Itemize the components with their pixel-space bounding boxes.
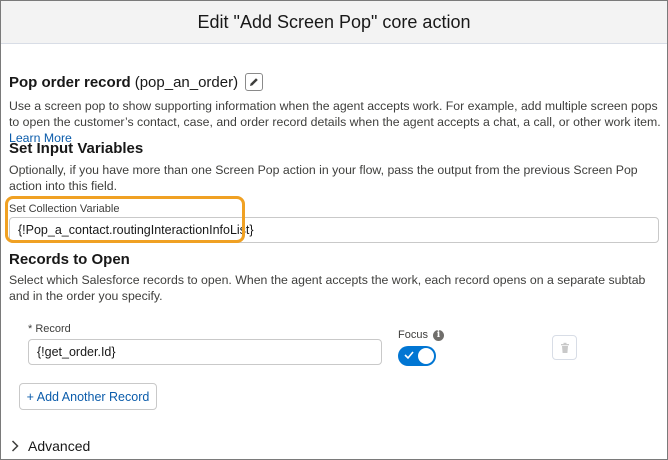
focus-label-row: Focus i — [398, 329, 444, 341]
add-another-record-button[interactable]: + Add Another Record — [19, 383, 157, 410]
input-variables-title: Set Input Variables — [9, 140, 144, 157]
panel-header: Edit "Add Screen Pop" core action — [1, 1, 667, 44]
record-label: * Record — [28, 323, 71, 335]
delete-record-button[interactable] — [552, 335, 577, 360]
toggle-knob — [418, 348, 434, 364]
records-help: Select which Salesforce records to open.… — [9, 273, 646, 303]
panel-title: Edit "Add Screen Pop" core action — [197, 11, 471, 32]
edit-core-action-panel: Edit "Add Screen Pop" core action Pop or… — [0, 0, 668, 460]
pencil-icon — [250, 78, 258, 86]
focus-toggle[interactable] — [398, 346, 436, 366]
checkmark-icon — [404, 351, 414, 360]
callout-highlight — [5, 196, 245, 243]
focus-label: Focus — [398, 329, 428, 341]
action-description: Use a screen pop to show supporting info… — [9, 98, 661, 146]
input-variables-help: Optionally, if you have more than one Sc… — [9, 163, 638, 193]
edit-name-button[interactable] — [245, 73, 264, 91]
action-api-name: (pop_an_order) — [134, 73, 239, 91]
trash-icon — [560, 342, 569, 353]
record-input[interactable]: {!get_order.Id} — [28, 339, 382, 365]
advanced-section-toggle[interactable]: Advanced — [11, 438, 90, 454]
description-text: Use a screen pop to show supporting info… — [9, 99, 661, 129]
action-label: Pop order record — [9, 73, 131, 91]
action-name-row: Pop order record (pop_an_order) — [9, 73, 264, 91]
records-title: Records to Open — [9, 251, 130, 268]
chevron-right-icon — [11, 440, 19, 452]
advanced-label: Advanced — [28, 438, 91, 454]
info-icon[interactable]: i — [432, 329, 444, 341]
